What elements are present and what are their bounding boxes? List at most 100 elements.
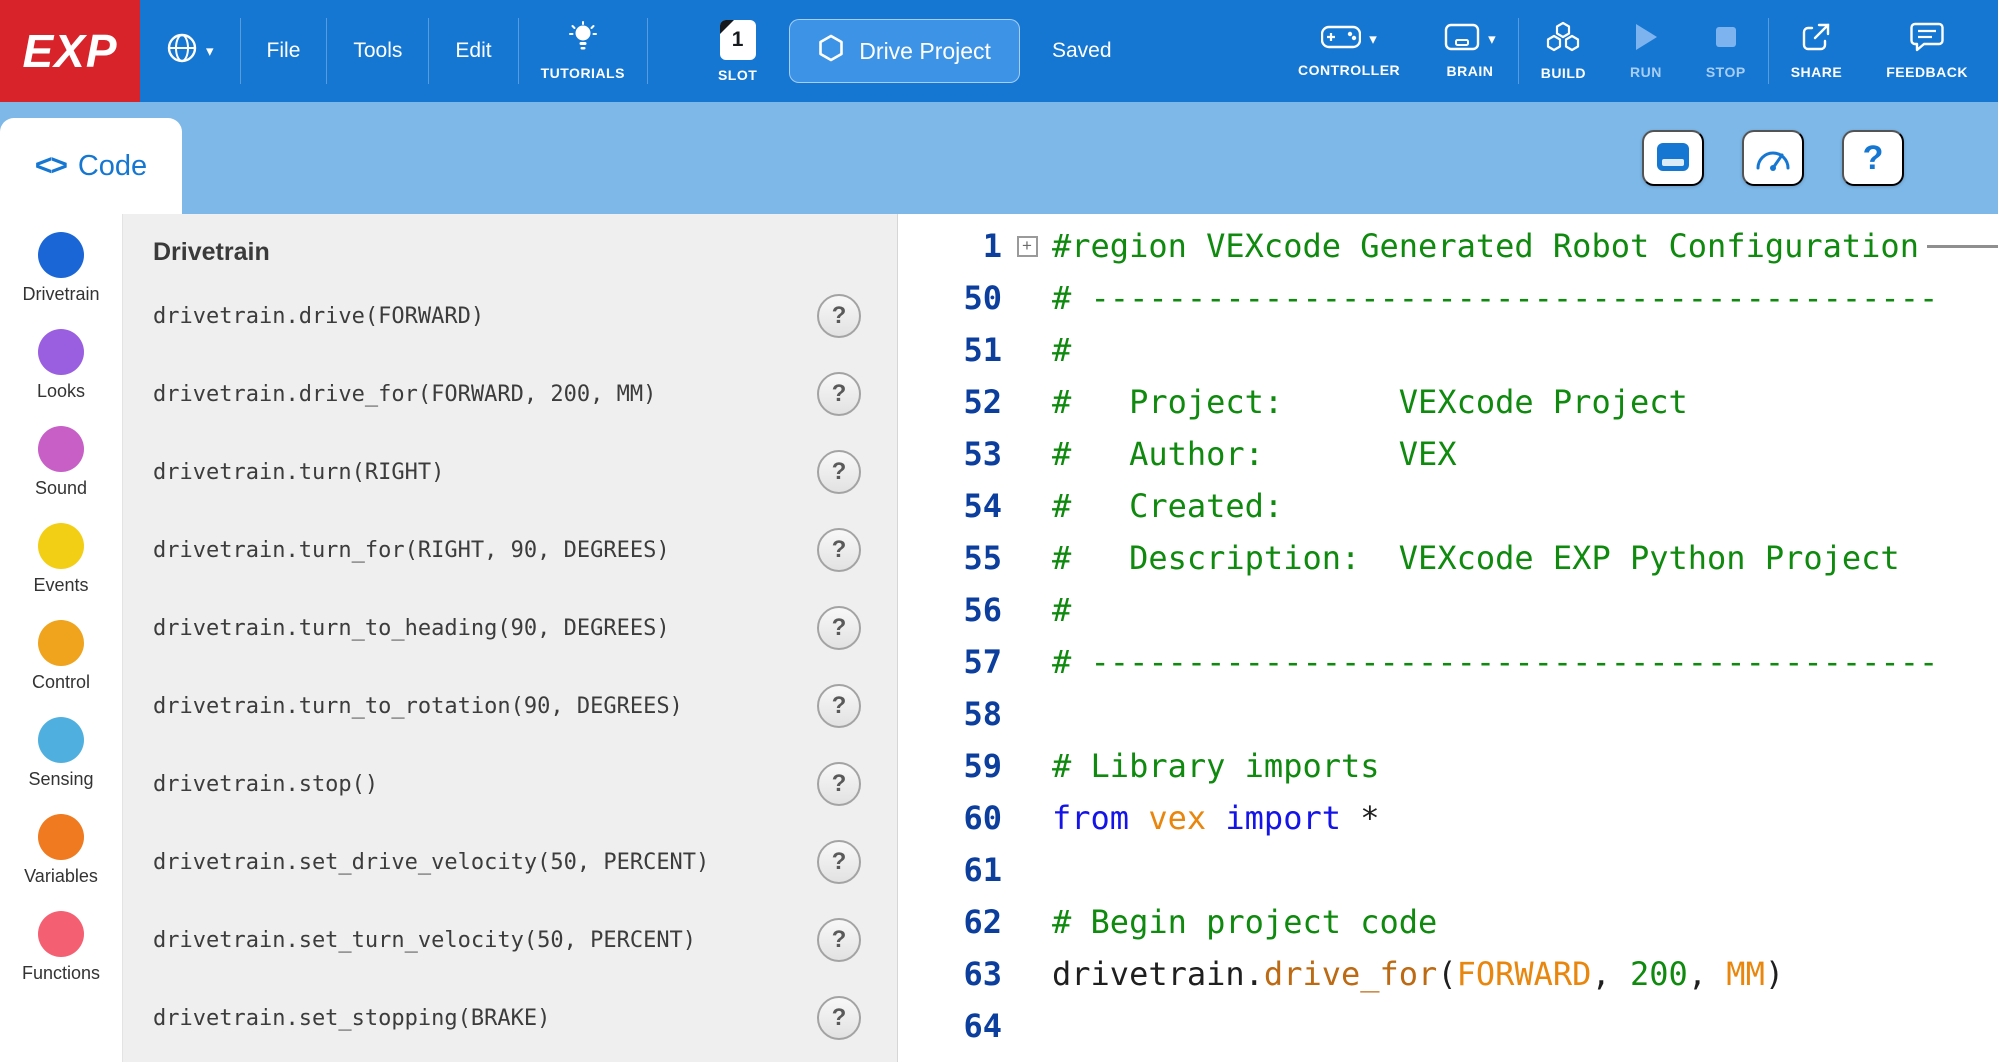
code-content: #: [1052, 331, 1998, 369]
sidebar-item-drivetrain[interactable]: Drivetrain: [22, 232, 99, 305]
brain-icon: [1444, 23, 1480, 56]
play-icon: [1633, 22, 1659, 57]
slot-selector[interactable]: 1 SLOT: [712, 20, 763, 83]
language-menu[interactable]: ▾: [140, 0, 240, 102]
command-list: drivetrain.drive(FORWARD)?drivetrain.dri…: [153, 277, 897, 1057]
code-line: 59# Library imports: [898, 740, 1998, 792]
sensing-category-icon: [38, 717, 84, 763]
command-help-button[interactable]: ?: [817, 918, 861, 962]
sidebar-item-sound[interactable]: Sound: [35, 426, 87, 499]
chevron-down-icon: ▾: [1488, 32, 1496, 47]
sidebar-item-looks[interactable]: Looks: [37, 329, 85, 402]
category-label: Looks: [37, 381, 85, 402]
code-content: # Project: VEXcode Project: [1052, 383, 1998, 421]
subbar: <> Code ?: [0, 102, 1998, 214]
stop-button[interactable]: STOP: [1684, 0, 1768, 102]
drivetrain-category-icon: [38, 232, 84, 278]
project-name-button[interactable]: Drive Project: [789, 19, 1020, 83]
controller-button[interactable]: ▾ CONTROLLER: [1276, 0, 1422, 102]
command-text[interactable]: drivetrain.turn_to_rotation(90, DEGREES): [153, 694, 817, 719]
command-text[interactable]: drivetrain.set_turn_velocity(50, PERCENT…: [153, 928, 817, 953]
sidebar-item-variables[interactable]: Variables: [24, 814, 98, 887]
feedback-bubble-icon: [1910, 22, 1944, 57]
looks-category-icon: [38, 329, 84, 375]
save-status: Saved: [1052, 39, 1112, 63]
feedback-label: FEEDBACK: [1886, 64, 1968, 80]
help-button[interactable]: ?: [1842, 130, 1904, 186]
command-row: drivetrain.set_stopping(BRAKE)?: [153, 979, 897, 1057]
run-button[interactable]: RUN: [1608, 0, 1684, 102]
variables-category-icon: [38, 814, 84, 860]
menu-item-tools[interactable]: Tools: [327, 0, 428, 102]
code-line: 62# Begin project code: [898, 896, 1998, 948]
command-help-button[interactable]: ?: [817, 840, 861, 884]
line-number: 53: [898, 435, 1002, 473]
console-button[interactable]: [1642, 130, 1704, 186]
stop-label: STOP: [1706, 64, 1746, 80]
build-button[interactable]: BUILD: [1519, 0, 1608, 102]
code-content: # Library imports: [1052, 747, 1998, 785]
category-sidebar: Drivetrain Looks Sound Events Control Sensing…: [0, 214, 122, 1062]
code-line: 1+#region VEXcode Generated Robot Config…: [898, 220, 1998, 272]
command-text[interactable]: drivetrain.drive_for(FORWARD, 200, MM): [153, 382, 817, 407]
topbar: EXP ▾ File Tools Edit TUTORIALS: [0, 0, 1998, 102]
code-content: # --------------------------------------…: [1052, 279, 1998, 317]
command-text[interactable]: drivetrain.turn(RIGHT): [153, 460, 817, 485]
sidebar-item-functions[interactable]: Functions: [22, 911, 100, 984]
command-text[interactable]: drivetrain.turn_to_heading(90, DEGREES): [153, 616, 817, 641]
command-text[interactable]: drivetrain.turn_for(RIGHT, 90, DEGREES): [153, 538, 817, 563]
menu-item-file[interactable]: File: [241, 0, 327, 102]
line-number: 1: [898, 227, 1002, 265]
category-label: Sensing: [28, 769, 93, 790]
share-label: SHARE: [1791, 64, 1843, 80]
code-line: 63drivetrain.drive_for(FORWARD, 200, MM): [898, 948, 1998, 1000]
brain-button[interactable]: ▾ BRAIN: [1422, 0, 1518, 102]
tutorials-label: TUTORIALS: [541, 65, 625, 81]
control-category-icon: [38, 620, 84, 666]
events-category-icon: [38, 523, 84, 569]
command-text[interactable]: drivetrain.stop(): [153, 772, 817, 797]
exp-logo: EXP: [0, 0, 140, 102]
command-help-button[interactable]: ?: [817, 372, 861, 416]
command-help-button[interactable]: ?: [817, 996, 861, 1040]
code-line: 53# Author: VEX: [898, 428, 1998, 480]
command-help-button[interactable]: ?: [817, 762, 861, 806]
code-line: 58: [898, 688, 1998, 740]
fold-expand-icon[interactable]: +: [1017, 236, 1038, 257]
dashboard-button[interactable]: [1742, 130, 1804, 186]
category-label: Drivetrain: [22, 284, 99, 305]
line-number: 56: [898, 591, 1002, 629]
code-line: 52# Project: VEXcode Project: [898, 376, 1998, 428]
topbar-right: ▾ CONTROLLER ▾ BRAIN BUILD: [1276, 0, 1998, 102]
command-text[interactable]: drivetrain.set_drive_velocity(50, PERCEN…: [153, 850, 817, 875]
command-help-button[interactable]: ?: [817, 528, 861, 572]
tutorials-button[interactable]: TUTORIALS: [519, 0, 647, 102]
run-label: RUN: [1630, 64, 1662, 80]
tab-code[interactable]: <> Code: [0, 118, 182, 214]
command-text[interactable]: drivetrain.set_stopping(BRAKE): [153, 1006, 817, 1031]
code-line: 56#: [898, 584, 1998, 636]
command-text[interactable]: drivetrain.drive(FORWARD): [153, 304, 817, 329]
line-number: 50: [898, 279, 1002, 317]
command-help-button[interactable]: ?: [817, 294, 861, 338]
sidebar-item-control[interactable]: Control: [32, 620, 90, 693]
functions-category-icon: [38, 911, 84, 957]
gamepad-icon: [1321, 24, 1361, 55]
command-help-button[interactable]: ?: [817, 606, 861, 650]
feedback-button[interactable]: FEEDBACK: [1864, 0, 1990, 102]
code-line: 54# Created:: [898, 480, 1998, 532]
share-button[interactable]: SHARE: [1769, 0, 1865, 102]
command-row: drivetrain.stop()?: [153, 745, 897, 823]
sidebar-item-sensing[interactable]: Sensing: [28, 717, 93, 790]
sidebar-item-events[interactable]: Events: [33, 523, 88, 596]
command-row: drivetrain.set_turn_velocity(50, PERCENT…: [153, 901, 897, 979]
command-help-button[interactable]: ?: [817, 450, 861, 494]
build-hex-icon: [1545, 21, 1581, 58]
line-number: 58: [898, 695, 1002, 733]
code-line: 51#: [898, 324, 1998, 376]
command-help-button[interactable]: ?: [817, 684, 861, 728]
code-content: from vex import *: [1052, 799, 1998, 837]
code-editor[interactable]: 1+#region VEXcode Generated Robot Config…: [898, 214, 1998, 1062]
menu-item-edit[interactable]: Edit: [429, 0, 517, 102]
category-label: Events: [33, 575, 88, 596]
